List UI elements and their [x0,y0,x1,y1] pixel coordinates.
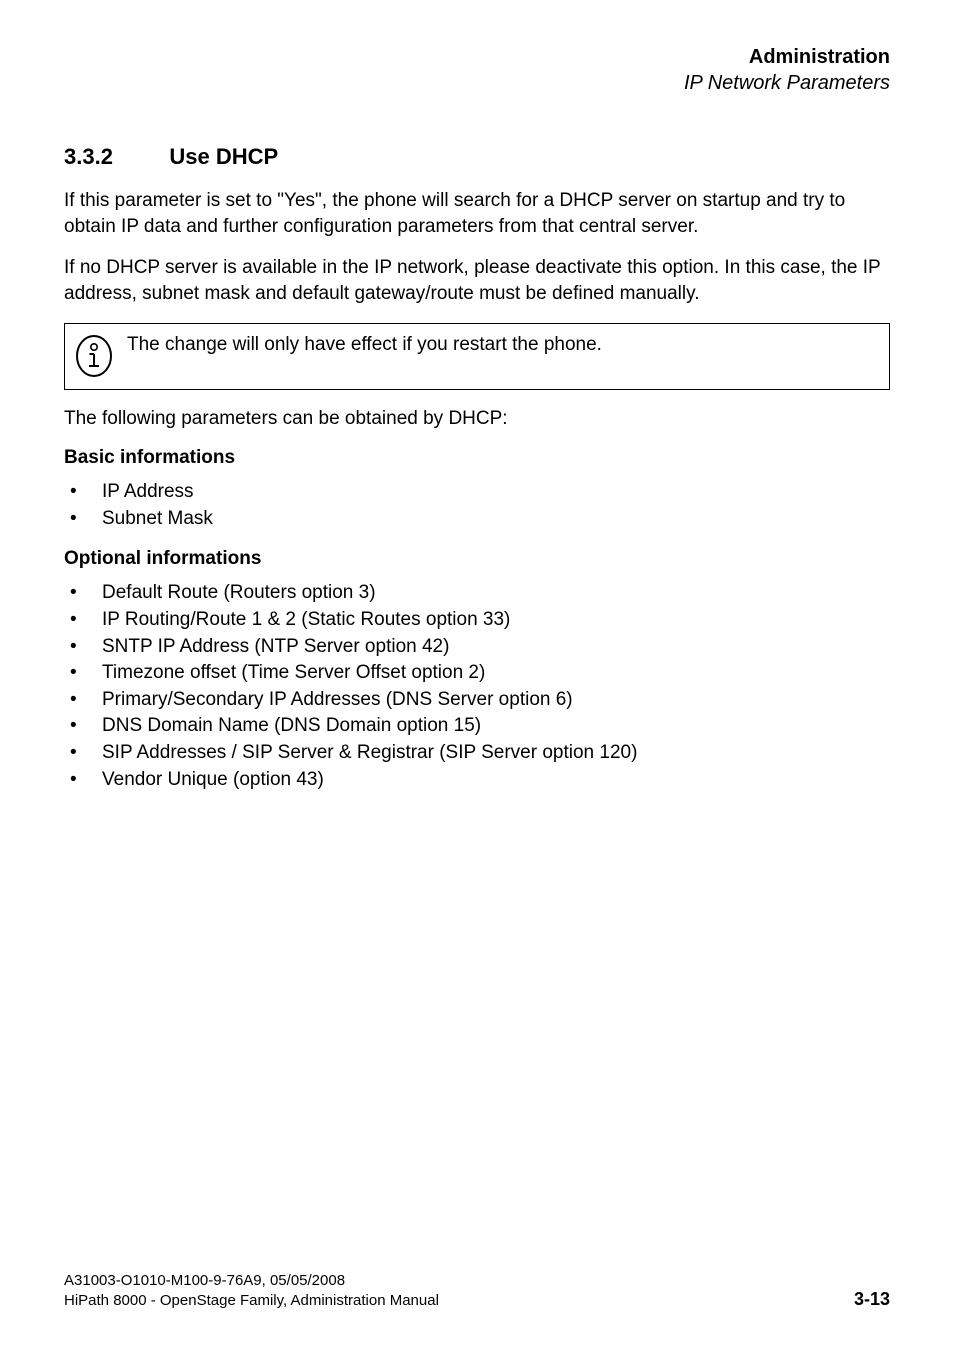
optional-informations-list: Default Route (Routers option 3) IP Rout… [64,580,890,793]
list-item: IP Address [64,479,890,506]
footer-line-2: HiPath 8000 - OpenStage Family, Administ… [64,1291,439,1311]
list-item: Timezone offset (Time Server Offset opti… [64,660,890,687]
list-item: SIP Addresses / SIP Server & Registrar (… [64,740,890,767]
header-subtitle: IP Network Parameters [64,70,890,96]
basic-informations-heading: Basic informations [64,447,890,469]
footer-page-number: 3-13 [854,1287,890,1311]
list-item: DNS Domain Name (DNS Domain option 15) [64,713,890,740]
footer-line-1: A31003-O1010-M100-9-76A9, 05/05/2008 [64,1271,439,1291]
section-number: 3.3.2 [64,144,113,170]
section-title: Use DHCP [169,144,278,169]
info-icon [75,330,113,383]
paragraph-2: If no DHCP server is available in the IP… [64,255,890,306]
footer-left: A31003-O1010-M100-9-76A9, 05/05/2008 HiP… [64,1271,439,1312]
header-title: Administration [64,44,890,70]
note-text: The change will only have effect if you … [127,330,879,380]
page-footer: A31003-O1010-M100-9-76A9, 05/05/2008 HiP… [64,1271,890,1312]
list-item: Vendor Unique (option 43) [64,767,890,794]
paragraph-3: The following parameters can be obtained… [64,406,890,432]
optional-informations-heading: Optional informations [64,548,890,570]
basic-informations-list: IP Address Subnet Mask [64,479,890,532]
paragraph-1: If this parameter is set to "Yes", the p… [64,188,890,239]
section-heading: 3.3.2 Use DHCP [64,144,890,170]
list-item: SNTP IP Address (NTP Server option 42) [64,634,890,661]
list-item: Subnet Mask [64,506,890,533]
list-item: IP Routing/Route 1 & 2 (Static Routes op… [64,607,890,634]
list-item: Default Route (Routers option 3) [64,580,890,607]
page-header: Administration IP Network Parameters [64,44,890,96]
note-box: The change will only have effect if you … [64,323,890,390]
page-container: Administration IP Network Parameters 3.3… [0,0,954,1351]
list-item: Primary/Secondary IP Addresses (DNS Serv… [64,687,890,714]
